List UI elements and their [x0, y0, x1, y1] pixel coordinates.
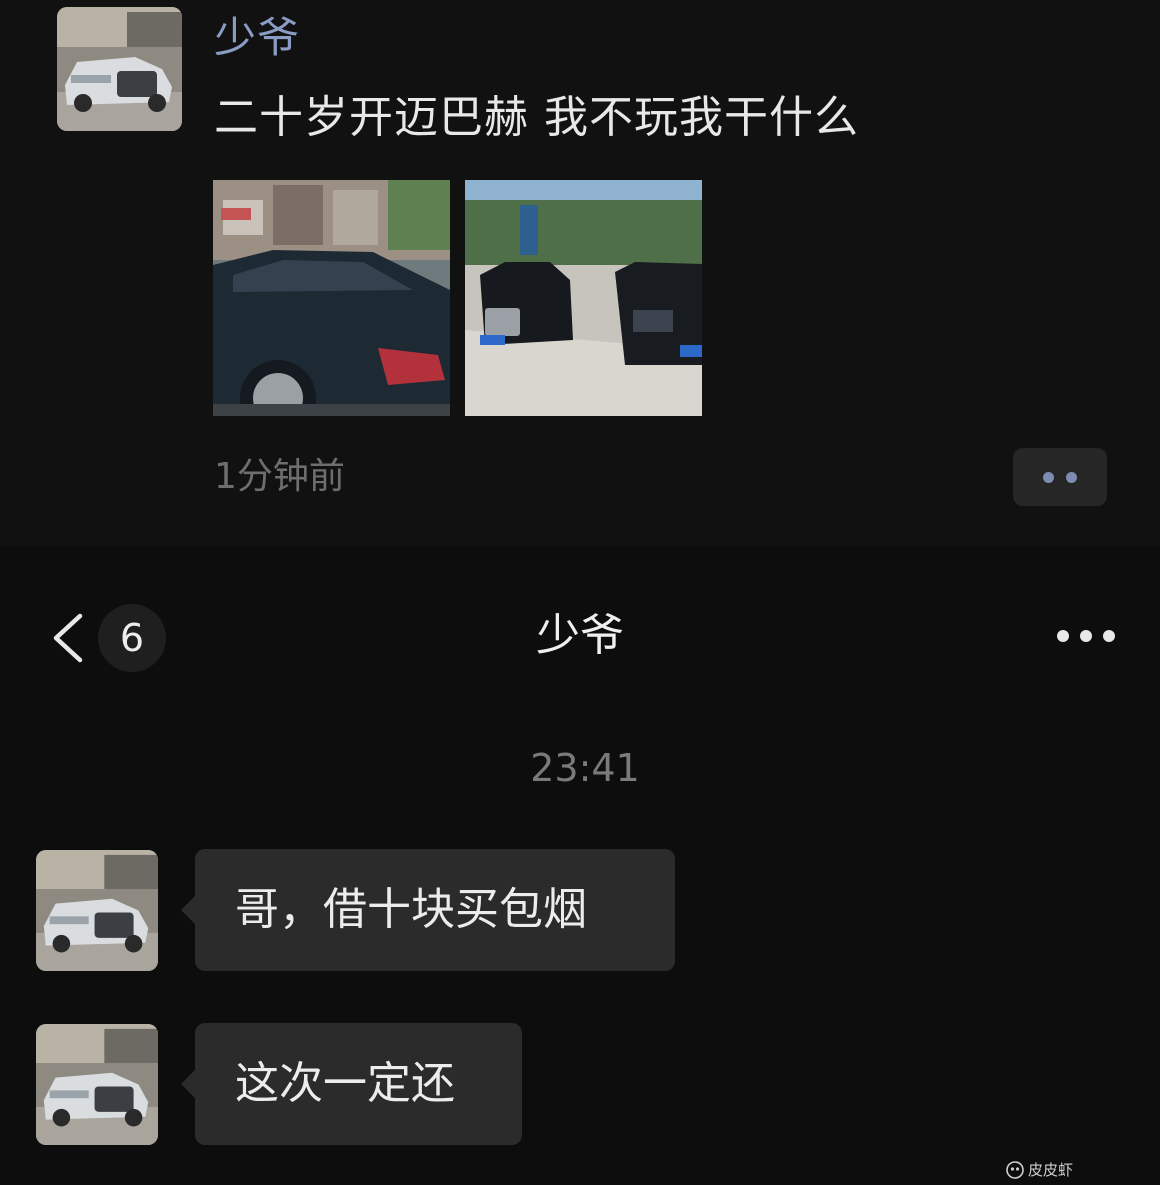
post-time: 1分钟前 — [214, 456, 345, 497]
sender-avatar[interactable] — [36, 850, 158, 971]
unread-count-badge: 6 — [98, 604, 166, 672]
message-timestamp: 23:41 — [530, 746, 640, 790]
post-photo-2[interactable] — [465, 180, 702, 416]
car-avatar-image — [36, 1024, 158, 1145]
dot — [1080, 630, 1092, 642]
dot — [1043, 471, 1054, 483]
maybach-parking-photo — [465, 180, 702, 416]
shrimp-logo-icon — [1006, 1161, 1024, 1179]
message-bubble[interactable]: 哥，借十块买包烟 — [181, 849, 675, 971]
watermark: 皮皮虾 — [1006, 1158, 1073, 1182]
moments-post: 少爷 二十岁开迈巴赫 我不玩我干什么 1分钟前 — [0, 0, 1160, 545]
chevron-left-icon — [53, 613, 83, 663]
dot — [1103, 630, 1115, 642]
ellipsis-icon[interactable] — [1050, 618, 1122, 654]
maybach-side-photo — [213, 180, 450, 416]
more-dots-icon[interactable] — [1013, 448, 1107, 506]
watermark-text: 皮皮虾 — [1028, 1161, 1074, 1179]
dot — [1066, 471, 1077, 483]
chat-title: 少爷 — [536, 610, 624, 661]
author-avatar[interactable] — [57, 7, 182, 131]
post-photo-1[interactable] — [213, 180, 450, 416]
dot — [1057, 630, 1069, 642]
car-avatar-image — [36, 850, 158, 971]
author-name[interactable]: 少爷 — [214, 10, 300, 66]
back-button[interactable]: 6 — [40, 602, 170, 674]
post-text: 二十岁开迈巴赫 我不玩我干什么 — [214, 92, 859, 143]
car-avatar-image — [57, 7, 182, 131]
message-bubble[interactable]: 这次一定还 — [181, 1023, 522, 1145]
sender-avatar[interactable] — [36, 1024, 158, 1145]
